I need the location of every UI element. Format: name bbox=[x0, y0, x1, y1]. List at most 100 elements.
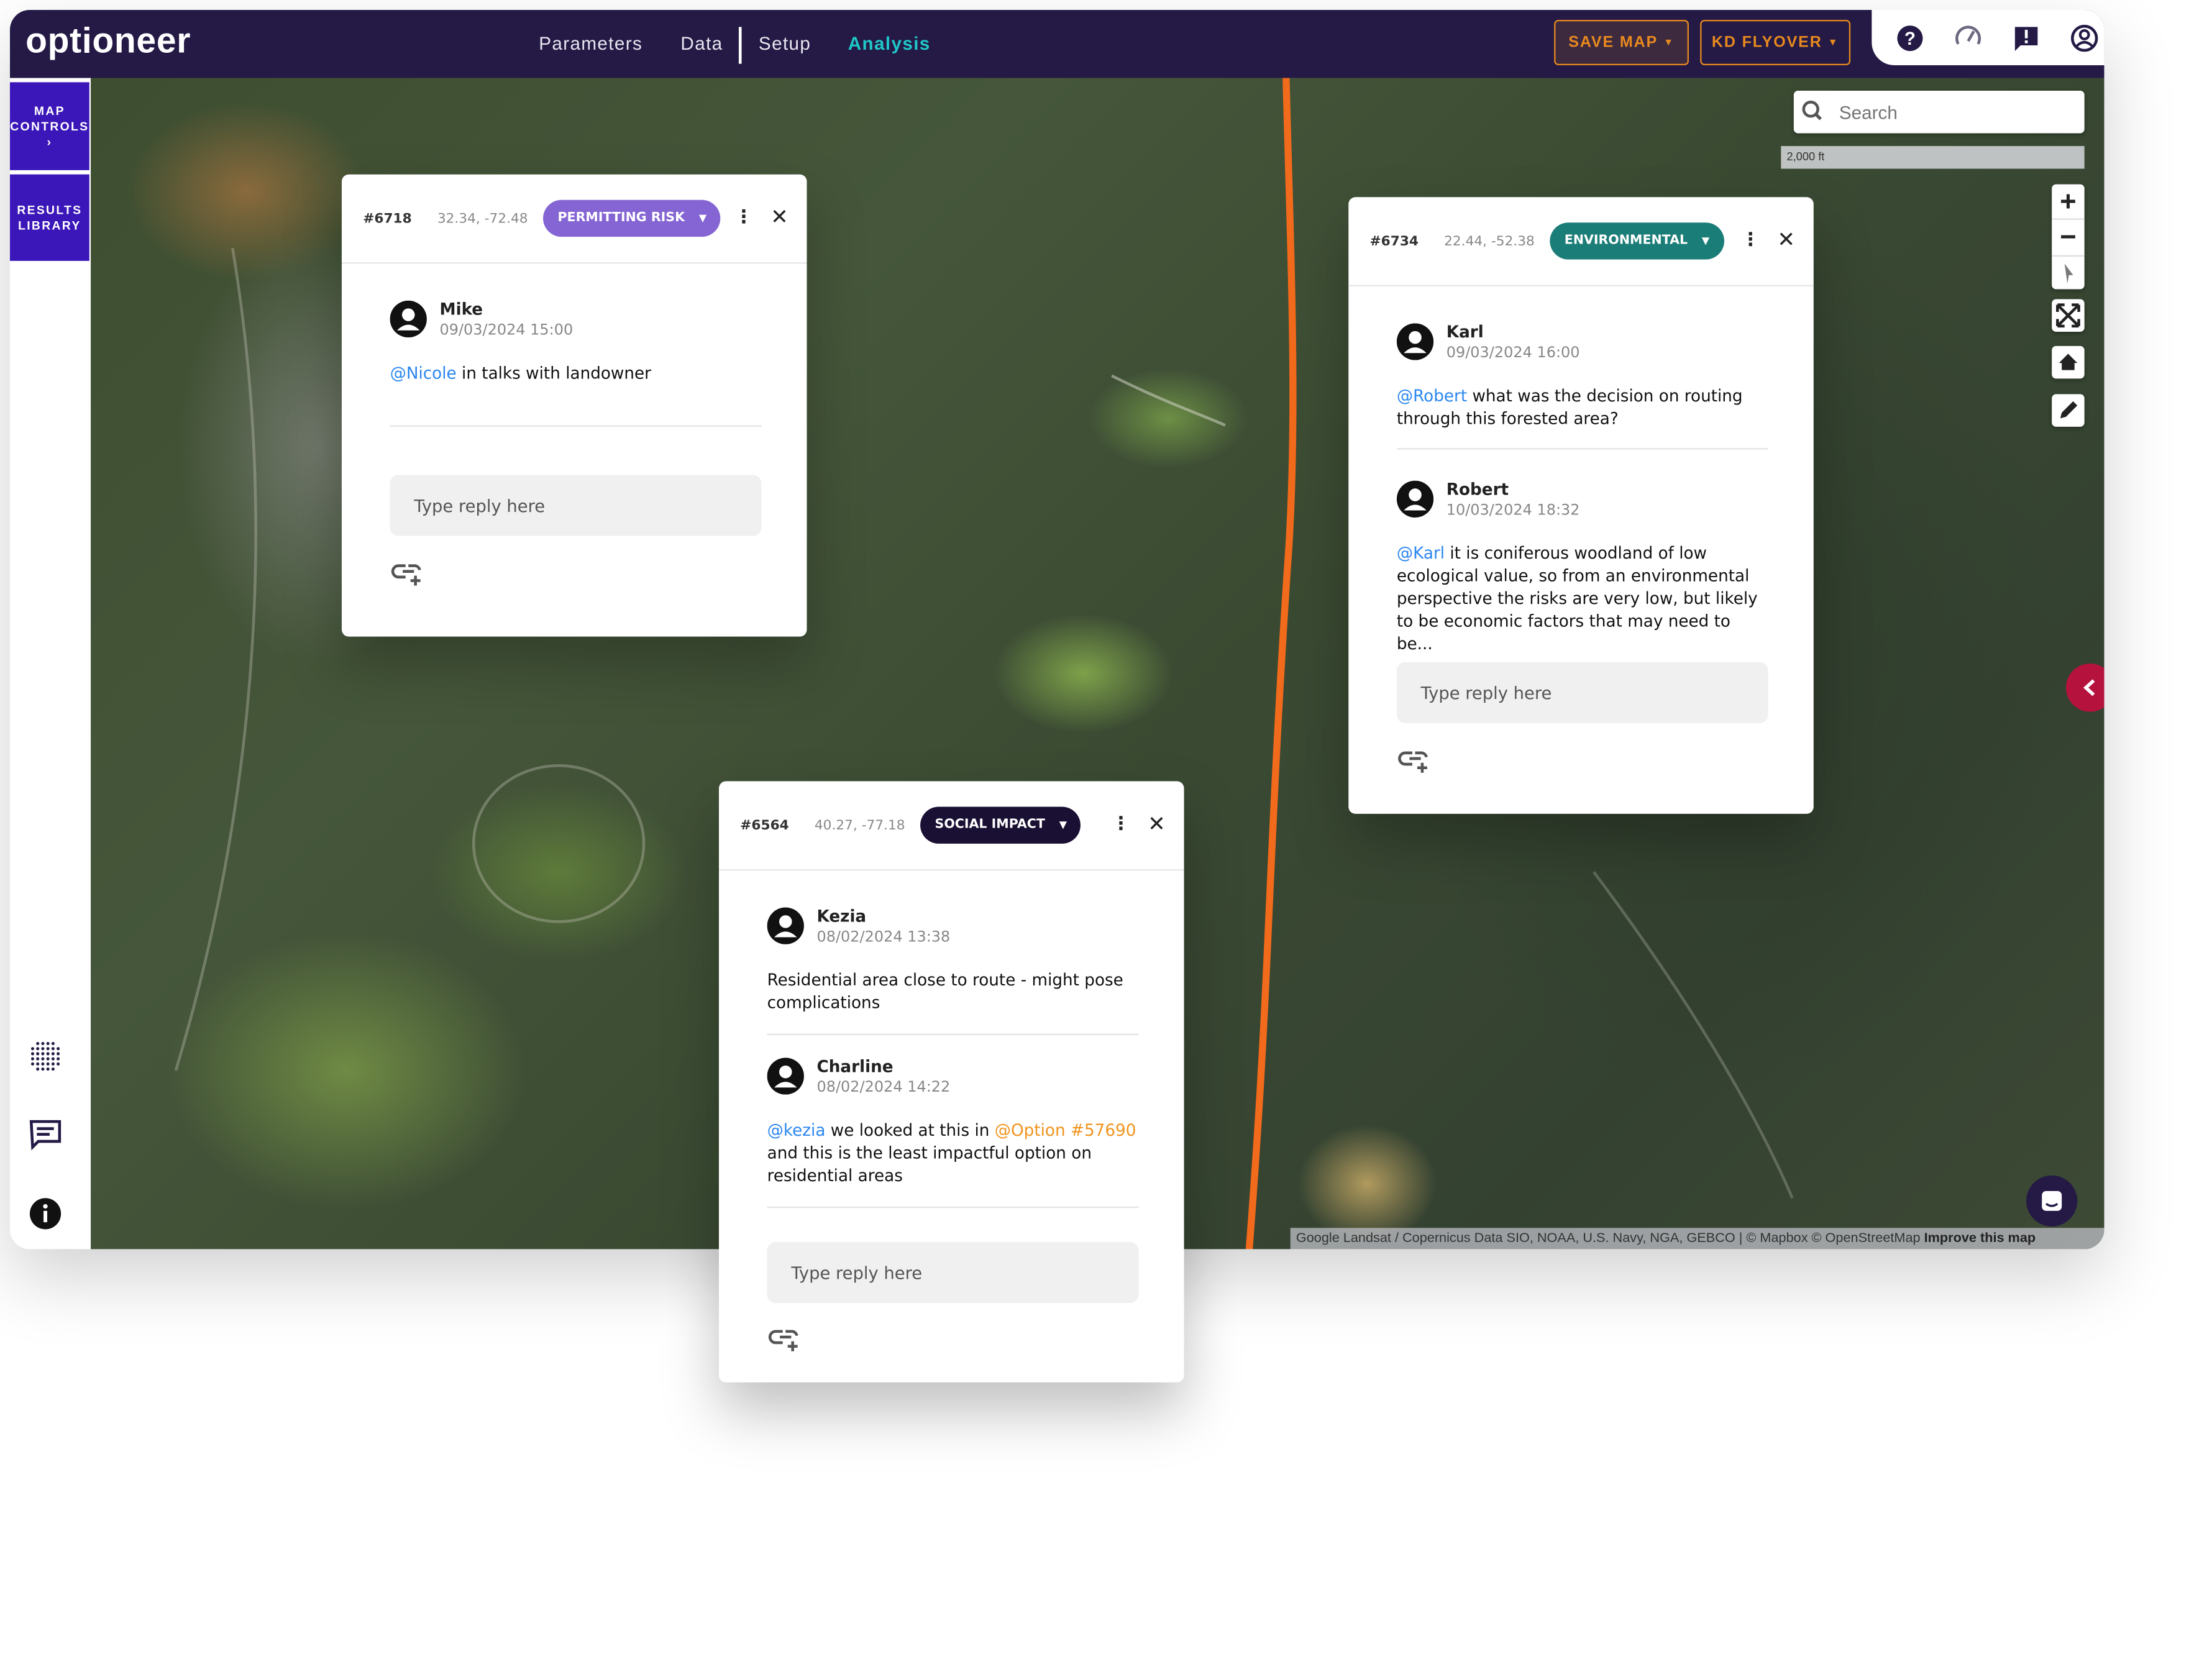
reply-input[interactable]: Type reply here bbox=[390, 475, 762, 536]
map-controls-label: CONTROLS bbox=[10, 118, 89, 133]
map-search-box[interactable] bbox=[1793, 91, 2085, 134]
speedometer-icon[interactable] bbox=[1954, 24, 1983, 53]
card-id: #6718 bbox=[363, 210, 412, 226]
fullscreen-icon bbox=[2056, 303, 2080, 328]
more-options-icon[interactable]: ⋮ bbox=[1741, 231, 1760, 250]
improve-map-link[interactable]: Improve this map bbox=[1924, 1231, 2036, 1246]
comment-timestamp: 09/03/2024 16:00 bbox=[1446, 344, 1580, 362]
road bbox=[1111, 374, 1226, 427]
info-icon[interactable] bbox=[29, 1197, 63, 1231]
road bbox=[1593, 871, 1794, 1199]
map-scale-bar: 2,000 ft bbox=[1781, 146, 2085, 169]
comment-text: @Nicole in talks with landowner bbox=[390, 362, 762, 385]
comment-author: Robert bbox=[1446, 479, 1509, 500]
avatar-icon bbox=[1396, 480, 1434, 518]
card-coordinates: 40.27, -77.18 bbox=[814, 817, 905, 833]
road bbox=[174, 247, 257, 1071]
save-map-label: SAVE MAP bbox=[1568, 34, 1658, 52]
map-attribution: Google Landsat / Copernicus Data SIO, NO… bbox=[1290, 1228, 2105, 1249]
pencil-icon bbox=[2060, 401, 2078, 419]
road-loop bbox=[472, 764, 646, 923]
map-search-input[interactable] bbox=[1836, 99, 2069, 124]
comment-timestamp: 08/02/2024 13:38 bbox=[816, 928, 951, 946]
zoom-in-icon[interactable] bbox=[2052, 185, 2084, 219]
nav-data[interactable]: Data bbox=[680, 32, 723, 53]
comment-text: @kezia we looked at this in @Option #576… bbox=[767, 1119, 1139, 1187]
comments-icon[interactable] bbox=[29, 1117, 63, 1151]
results-library-label: RESULTS bbox=[17, 202, 83, 217]
comment-author: Kezia bbox=[816, 906, 867, 926]
reply-input[interactable]: Type reply here bbox=[1396, 662, 1768, 723]
chat-icon bbox=[2042, 1190, 2062, 1211]
draw-button[interactable] bbox=[2052, 394, 2085, 427]
chevron-left-icon bbox=[2083, 679, 2095, 696]
comment-card: #6564 40.27, -77.18 SOCIAL IMPACT ▼ ⋮ ✕ Kezia 0… bbox=[719, 781, 1184, 1383]
home-button[interactable] bbox=[2052, 345, 2085, 379]
results-library-button[interactable]: RESULTS LIBRARY bbox=[9, 174, 89, 261]
zoom-controls bbox=[2052, 184, 2085, 291]
reply-placeholder: Type reply here bbox=[1420, 682, 1552, 703]
reply-placeholder: Type reply here bbox=[414, 495, 546, 516]
chat-button[interactable] bbox=[2026, 1175, 2078, 1227]
card-id: #6564 bbox=[740, 817, 789, 833]
comment-text-segment: it is coniferous woodland of low ecologi… bbox=[1396, 543, 1758, 654]
svg-text:?: ? bbox=[1904, 29, 1916, 49]
help-icon[interactable]: ? bbox=[1896, 24, 1924, 53]
feedback-icon[interactable] bbox=[2012, 24, 2041, 53]
user-mention-link[interactable]: @kezia bbox=[767, 1120, 826, 1140]
comment-author: Mike bbox=[439, 299, 483, 319]
category-dropdown[interactable]: PERMITTING RISK ▼ bbox=[543, 199, 721, 237]
nav-parameters[interactable]: Parameters bbox=[539, 32, 642, 53]
fullscreen-button[interactable] bbox=[2052, 299, 2085, 332]
more-options-icon[interactable]: ⋮ bbox=[734, 208, 753, 227]
category-dropdown[interactable]: SOCIAL IMPACT ▼ bbox=[920, 806, 1081, 844]
comment-timestamp: 09/03/2024 15:00 bbox=[439, 322, 574, 339]
attribution-text: Google Landsat / Copernicus Data SIO, NO… bbox=[1296, 1230, 1921, 1246]
avatar-icon bbox=[767, 1057, 804, 1095]
comment-author: Karl bbox=[1446, 322, 1484, 342]
grid-dots-icon[interactable] bbox=[29, 1039, 63, 1074]
close-icon[interactable]: ✕ bbox=[1148, 811, 1166, 836]
avatar-icon bbox=[1396, 323, 1434, 360]
save-map-button[interactable]: SAVE MAP ▼ bbox=[1554, 19, 1689, 65]
category-dropdown[interactable]: ENVIRONMENTAL ▼ bbox=[1550, 222, 1724, 260]
logo: optioneer bbox=[25, 21, 191, 62]
category-label: ENVIRONMENTAL bbox=[1564, 234, 1688, 249]
compass-icon[interactable] bbox=[2052, 255, 2085, 291]
more-options-icon[interactable]: ⋮ bbox=[1112, 815, 1130, 834]
divider bbox=[767, 1207, 1139, 1208]
reply-input[interactable]: Type reply here bbox=[767, 1242, 1139, 1303]
comment-text-segment: and this is the least impactful option o… bbox=[767, 1143, 1092, 1185]
user-mention-link[interactable]: @Robert bbox=[1397, 386, 1467, 406]
header-icon-tray: ? bbox=[1872, 9, 2105, 65]
map-controls-label: MAP bbox=[34, 103, 65, 117]
caret-down-icon: ▼ bbox=[1663, 37, 1675, 48]
add-link-icon[interactable] bbox=[1397, 747, 1431, 776]
comment-timestamp: 10/03/2024 18:32 bbox=[1446, 501, 1580, 519]
chevron-right-icon: › bbox=[47, 134, 53, 148]
comment-text: @Karl it is coniferous woodland of low e… bbox=[1397, 542, 1768, 655]
card-coordinates: 32.34, -72.48 bbox=[437, 210, 528, 226]
user-mention-link[interactable]: @Nicole bbox=[390, 363, 457, 383]
comment-text-segment: Residential area close to route - might … bbox=[767, 969, 1123, 1013]
route-line bbox=[1245, 78, 1297, 1249]
map-controls-button[interactable]: MAP CONTROLS › bbox=[9, 82, 89, 170]
close-icon[interactable]: ✕ bbox=[1777, 227, 1795, 252]
zoom-out-icon[interactable] bbox=[2052, 218, 2085, 255]
kd-flyover-button[interactable]: KD FLYOVER ▼ bbox=[1700, 19, 1851, 65]
card-id: #6734 bbox=[1369, 233, 1419, 249]
kd-flyover-label: KD FLYOVER bbox=[1711, 34, 1822, 52]
caret-down-icon: ▼ bbox=[1701, 235, 1710, 247]
nav-setup[interactable]: Setup bbox=[759, 32, 811, 53]
category-label: PERMITTING RISK bbox=[557, 211, 685, 226]
search-icon bbox=[1802, 101, 1822, 121]
user-mention-link[interactable]: @Karl bbox=[1397, 543, 1445, 563]
add-link-icon[interactable] bbox=[390, 560, 424, 588]
divider bbox=[1396, 448, 1768, 450]
add-link-icon[interactable] bbox=[767, 1326, 802, 1354]
account-icon[interactable] bbox=[2070, 24, 2099, 53]
option-reference-link[interactable]: @Option #57690 bbox=[995, 1120, 1136, 1140]
close-icon[interactable]: ✕ bbox=[770, 204, 788, 230]
category-label: SOCIAL IMPACT bbox=[935, 818, 1045, 833]
nav-analysis[interactable]: Analysis bbox=[848, 32, 931, 53]
